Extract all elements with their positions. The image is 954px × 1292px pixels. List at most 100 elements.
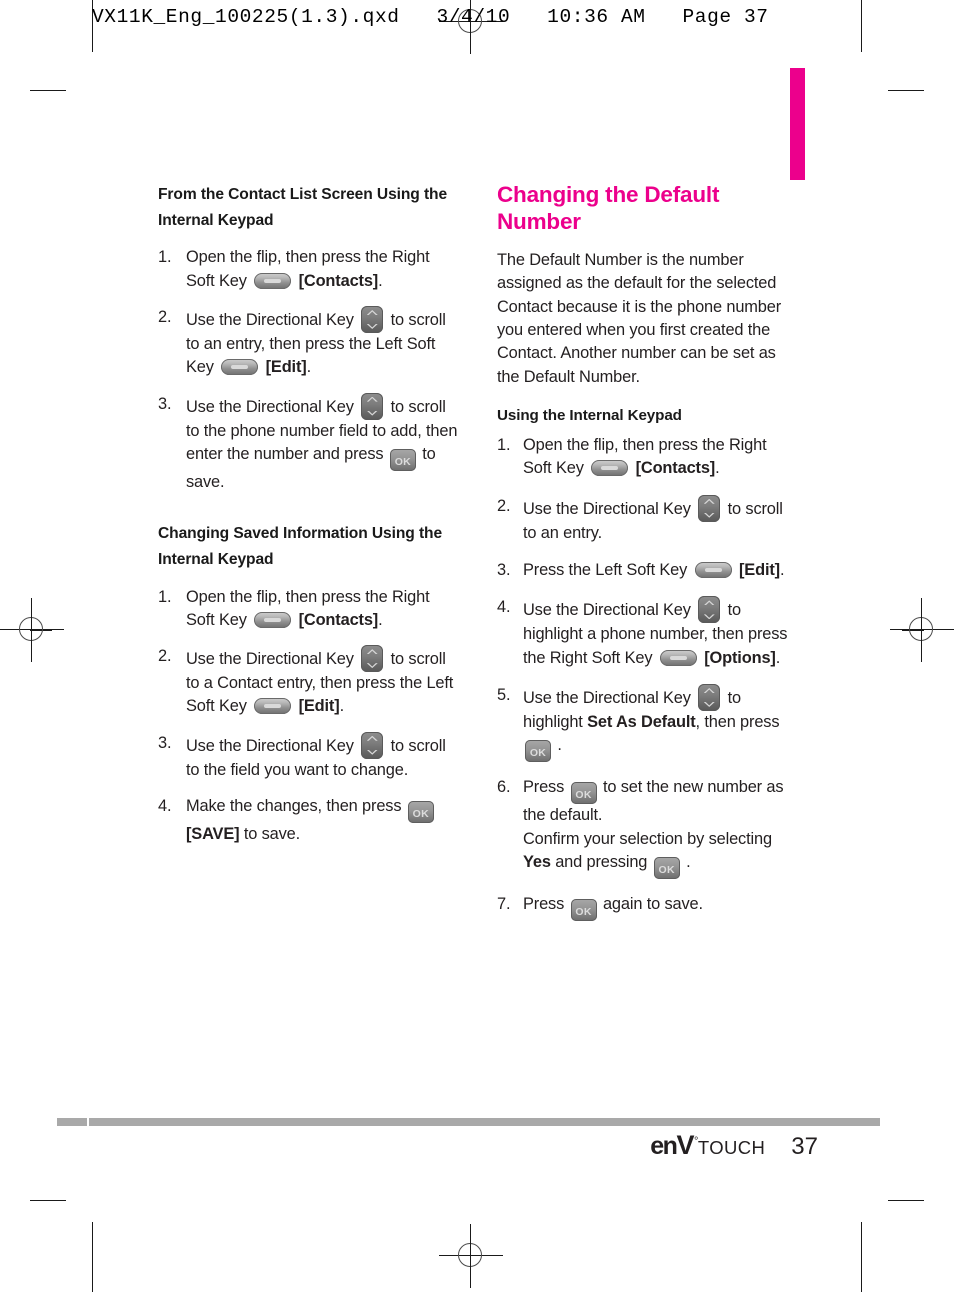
step-number: 1. [158,248,172,267]
page-title: Changing the Default Number [497,182,720,234]
step-item: 4. Use the Directional Key to highlight a… [497,596,788,667]
step-item: 3. Use the Directional Key to scroll to t… [158,392,458,491]
step-number: 3. [158,394,172,413]
crop-mark-bottom-right [888,1200,924,1201]
chevron-down-icon [703,512,715,518]
left-column: From the Contact List Screen Using the I… [158,182,458,859]
chapter-tab-marker [790,68,805,180]
step-number: 1. [497,436,511,455]
ok-key-label: OK [529,747,547,760]
step-number: 5. [497,685,511,704]
chevron-down-icon [366,410,378,416]
emphasis-label: [Contacts] [294,271,379,290]
step-item: 2. Use the Directional Key to scroll to a… [158,305,446,377]
directional-key-icon [361,731,384,759]
chevron-up-icon [366,396,378,402]
step-item: 6. Press OK to set the new number as the … [497,776,797,879]
brand-v: V [676,1130,694,1160]
sub-title-using-internal-keypad: Using the Internal Keypad [497,406,682,424]
soft-key-icon [254,611,292,628]
step-item: 1. Open the flip, then press the Right So… [158,248,430,290]
directional-key-icon [698,494,721,522]
soft-key-icon [694,562,732,579]
soft-key-icon [221,359,259,376]
trim-line-bottom-left [92,1222,93,1292]
step-item: 2. Use the Directional Key to scroll to a… [497,494,783,542]
emphasis-label: [Edit] [734,561,780,580]
chevron-down-icon [366,749,378,755]
step-number: 2. [158,647,172,666]
step-item: 7. Press OK again to save. [497,893,797,921]
chevron-up-icon [366,735,378,741]
ok-key-label: OK [412,808,429,821]
directional-key-icon [361,645,384,673]
step-item: 4. Make the changes, then press OK [SAVE]… [158,795,458,846]
soft-key-icon [591,460,629,477]
registration-mark-right [890,598,954,662]
step-number: 4. [158,797,172,816]
ok-key-icon: OK [570,898,597,921]
step-number: 1. [158,587,172,606]
directional-key-icon [698,596,721,624]
emphasis-label: [Contacts] [631,459,716,478]
steps-list-changing-saved-info: 1. Open the flip, then press the Right So… [158,586,458,847]
emphasis-label: [Options] [699,648,776,667]
directional-key-icon [361,305,384,333]
registration-mark-left [0,598,64,662]
chevron-down-icon [703,701,715,707]
step-item: 3. Use the Directional Key to scroll to t… [158,731,446,779]
chevron-up-icon [366,309,378,315]
chevron-down-icon [703,614,715,620]
emphasis-label: Yes [523,852,551,871]
ok-key-label: OK [658,863,675,876]
step-item: 3. Press the Left Soft Key [Edit]. [497,559,797,582]
brand-touch: TOUCH [697,1137,766,1158]
step-number: 6. [497,778,511,797]
ok-key-icon: OK [570,782,597,805]
steps-list-default-number: 1. Open the flip, then press the Right So… [497,434,797,921]
footer-divider-bar [57,1118,880,1126]
prepress-slug: VX11K_Eng_100225(1.3).qxd 3/4/10 10:36 A… [92,6,769,28]
emphasis-label: [Edit] [261,358,307,377]
emphasis-label: [Contacts] [294,610,379,629]
emphasis-label: Set As Default [587,712,696,731]
step-number: 2. [158,307,172,326]
ok-key-label: OK [575,789,592,802]
trim-line-bottom-right [861,1222,862,1292]
intro-paragraph: The Default Number is the number assigne… [497,251,782,386]
brand-logo: enV°TOUCH [650,1132,765,1159]
ok-key-label: OK [575,905,592,918]
trim-line-right [861,0,862,52]
crop-mark-top-left [30,90,66,91]
ok-key-icon: OK [653,856,680,879]
chevron-down-icon [366,663,378,669]
page-number: 37 [791,1133,818,1160]
steps-list-contact-list: 1. Open the flip, then press the Right So… [158,246,458,494]
crop-mark-bottom-left [30,1200,66,1201]
step-number: 7. [497,894,511,913]
registration-circle [19,617,43,641]
ok-key-icon: OK [525,740,551,763]
chevron-up-icon [703,600,715,606]
emphasis-label: [Edit] [294,697,340,716]
soft-key-icon [254,698,292,715]
footer: enV°TOUCH 37 [560,1132,880,1166]
ok-key-icon: OK [389,448,416,471]
step-item: 1. Open the flip, then press the Right So… [158,587,430,629]
step-number: 2. [497,496,511,515]
step-item: 1. Open the flip, then press the Right So… [497,436,767,478]
ok-key-label: OK [394,455,412,468]
emphasis-label: [SAVE] [186,825,240,844]
registration-circle [909,617,933,641]
step-number: 4. [497,598,511,617]
brand-en: en [650,1132,678,1160]
footer-divider-segment [57,1118,89,1126]
registration-mark-bottom [439,1224,503,1288]
soft-key-icon [254,272,292,289]
crop-mark-top-right [888,90,924,91]
step-number: 3. [158,733,172,752]
right-column: Changing the Default Number The Default … [497,182,797,935]
chevron-down-icon [366,323,378,329]
step-item: 5. Use the Directional Key to highlight S… [497,683,797,763]
step-number: 3. [497,561,511,580]
